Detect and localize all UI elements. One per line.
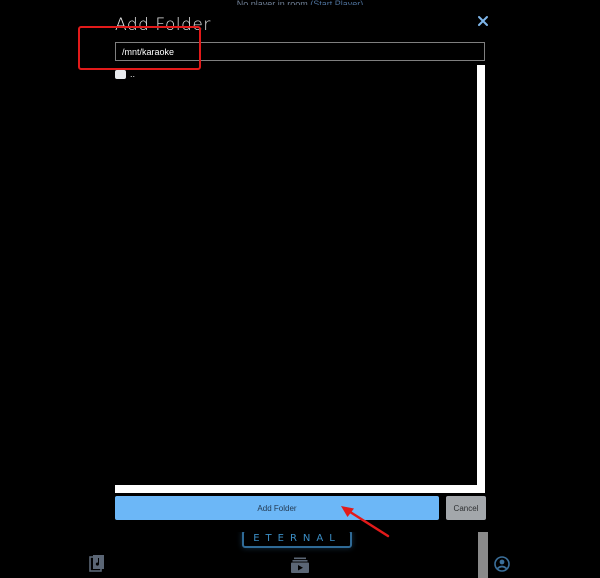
parent-folder-label: ..: [130, 68, 136, 79]
account-icon[interactable]: [494, 556, 510, 572]
close-icon[interactable]: [476, 14, 490, 28]
library-icon[interactable]: [89, 554, 105, 572]
scrollbar-thumb[interactable]: [478, 530, 488, 578]
checkbox-icon[interactable]: [115, 69, 126, 79]
dialog-title: Add Folder: [115, 15, 211, 35]
queue-icon[interactable]: [291, 557, 309, 573]
add-folder-dialog: Add Folder .. Add Folder Cancel: [106, 5, 497, 532]
list-item[interactable]: ..: [115, 69, 135, 79]
app-background: No player in room (Start Player) ETERNAL…: [0, 0, 600, 578]
add-folder-button[interactable]: Add Folder: [115, 496, 439, 520]
eternal-logo: ETERNAL: [242, 530, 352, 548]
cancel-button[interactable]: Cancel: [446, 496, 486, 520]
folder-list[interactable]: ..: [115, 65, 485, 493]
folder-path-input[interactable]: [115, 42, 485, 61]
